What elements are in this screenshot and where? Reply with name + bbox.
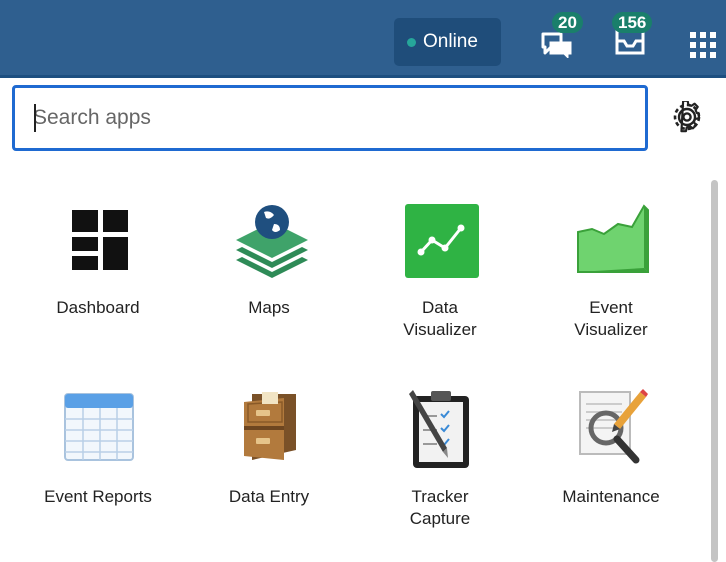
event-visualizer-icon bbox=[577, 204, 649, 273]
settings-button[interactable] bbox=[671, 99, 703, 138]
app-label: Data Entry bbox=[228, 487, 310, 506]
data-visualizer-icon bbox=[405, 204, 479, 278]
app-label: Event Reports bbox=[44, 487, 152, 506]
online-status[interactable]: Online bbox=[394, 18, 501, 66]
messages-button[interactable]: 20 bbox=[540, 12, 583, 63]
online-status-label: Online bbox=[423, 31, 478, 52]
maps-icon bbox=[236, 205, 308, 278]
header-bar: Online 20 156 bbox=[0, 0, 726, 78]
app-label: Maps bbox=[248, 298, 290, 317]
gear-icon bbox=[673, 99, 701, 133]
app-label: Visualizer bbox=[403, 320, 477, 339]
interpretations-button[interactable]: 156 bbox=[612, 12, 653, 61]
search-box[interactable] bbox=[12, 85, 648, 151]
online-dot bbox=[407, 37, 416, 47]
app-label: Visualizer bbox=[574, 320, 648, 339]
app-label: Capture bbox=[409, 509, 471, 528]
tracker-capture-icon bbox=[409, 390, 469, 468]
apps-menu-button[interactable] bbox=[690, 32, 716, 63]
text-caret bbox=[34, 104, 36, 132]
event-reports-icon bbox=[64, 393, 134, 461]
app-label: Event bbox=[589, 298, 633, 317]
apps-grid-icon bbox=[690, 32, 716, 58]
app-label: Dashboard bbox=[56, 298, 140, 317]
search-input[interactable] bbox=[15, 88, 645, 148]
app-label: Tracker bbox=[411, 487, 469, 506]
app-label: Maintenance bbox=[562, 487, 660, 506]
maintenance-icon bbox=[579, 389, 648, 464]
app-label: Data bbox=[422, 298, 458, 317]
data-entry-icon bbox=[244, 392, 296, 460]
scrollbar[interactable] bbox=[711, 180, 718, 562]
interpretations-count-badge: 156 bbox=[612, 12, 653, 33]
dashboard-icon bbox=[72, 210, 128, 270]
messages-count-badge: 20 bbox=[552, 12, 583, 33]
